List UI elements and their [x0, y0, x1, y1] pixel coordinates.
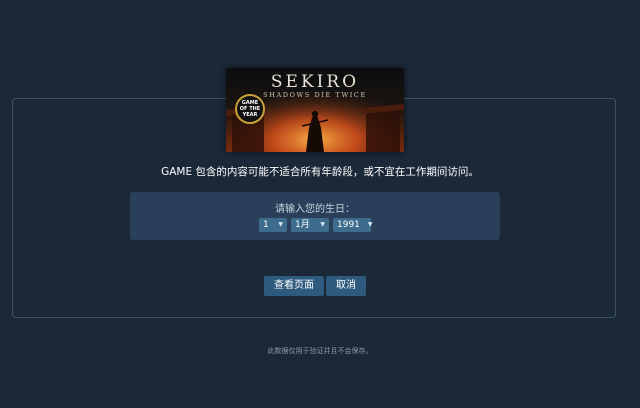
year-select[interactable]: 1991 ▼: [333, 218, 373, 232]
game-capsule-image: SEKIRO SHADOWS DIE TWICE GAME OF THE YEA…: [226, 68, 404, 152]
day-value: 1: [263, 220, 269, 230]
content-warning-text: GAME 包含的内容可能不适合所有年龄段，或不宜在工作期间访问。: [161, 166, 479, 178]
chevron-down-icon: ▼: [367, 221, 373, 228]
chevron-down-icon: ▼: [278, 221, 283, 228]
birthdate-selects: 1 ▼ 1月 ▼ 1991 ▼: [130, 218, 500, 232]
privacy-footnote: 此数据仅用于验证并且不会保存。: [267, 347, 373, 355]
month-value: 1月: [295, 220, 310, 230]
capsule-title: SEKIRO: [270, 72, 360, 92]
game-of-the-year-badge: GAME OF THE YEAR: [235, 94, 265, 124]
cancel-button[interactable]: 取消: [326, 276, 366, 296]
day-select[interactable]: 1 ▼: [259, 218, 287, 232]
view-page-button[interactable]: 查看页面: [264, 276, 324, 296]
year-value: 1991: [337, 220, 360, 230]
month-select[interactable]: 1月 ▼: [291, 218, 329, 232]
birthdate-label: 请输入您的生日：: [275, 204, 355, 215]
birthdate-panel: 请输入您的生日： 1 ▼ 1月 ▼ 1991 ▼: [130, 192, 500, 240]
chevron-down-icon: ▼: [320, 221, 325, 228]
